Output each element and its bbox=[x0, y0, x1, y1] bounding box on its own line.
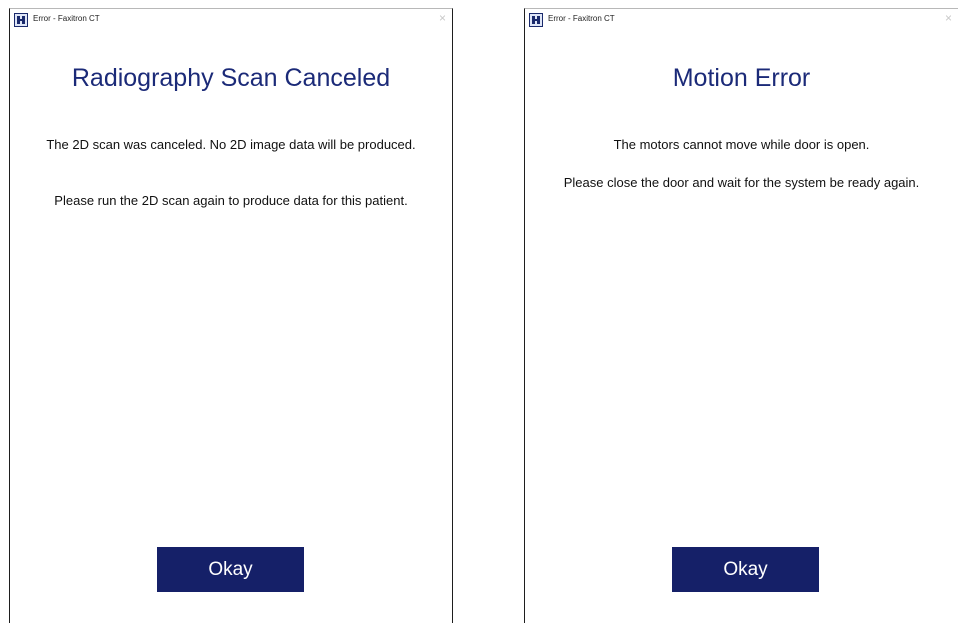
okay-button[interactable]: Okay bbox=[672, 547, 819, 592]
instruction-message: Please close the door and wait for the s… bbox=[563, 175, 920, 190]
close-icon[interactable]: × bbox=[945, 12, 952, 24]
dialog-heading: Motion Error bbox=[672, 64, 811, 92]
error-message: The 2D scan was canceled. No 2D image da… bbox=[46, 137, 416, 152]
window-title: Error - Faxitron CT bbox=[33, 14, 100, 23]
instruction-message: Please run the 2D scan again to produce … bbox=[54, 193, 408, 208]
close-icon[interactable]: × bbox=[439, 12, 446, 24]
dialog-heading: Radiography Scan Canceled bbox=[71, 64, 391, 92]
faxitron-app-icon bbox=[14, 13, 28, 27]
error-message: The motors cannot move while door is ope… bbox=[613, 137, 870, 152]
title-bar: Error - Faxitron CT × bbox=[10, 9, 452, 33]
window-title: Error - Faxitron CT bbox=[548, 14, 615, 23]
okay-button[interactable]: Okay bbox=[157, 547, 304, 592]
error-dialog-motion-error: Error - Faxitron CT × Motion Error The m… bbox=[524, 8, 958, 623]
title-bar: Error - Faxitron CT × bbox=[525, 9, 958, 33]
error-dialog-scan-canceled: Error - Faxitron CT × Radiography Scan C… bbox=[9, 8, 453, 623]
faxitron-app-icon bbox=[529, 13, 543, 27]
